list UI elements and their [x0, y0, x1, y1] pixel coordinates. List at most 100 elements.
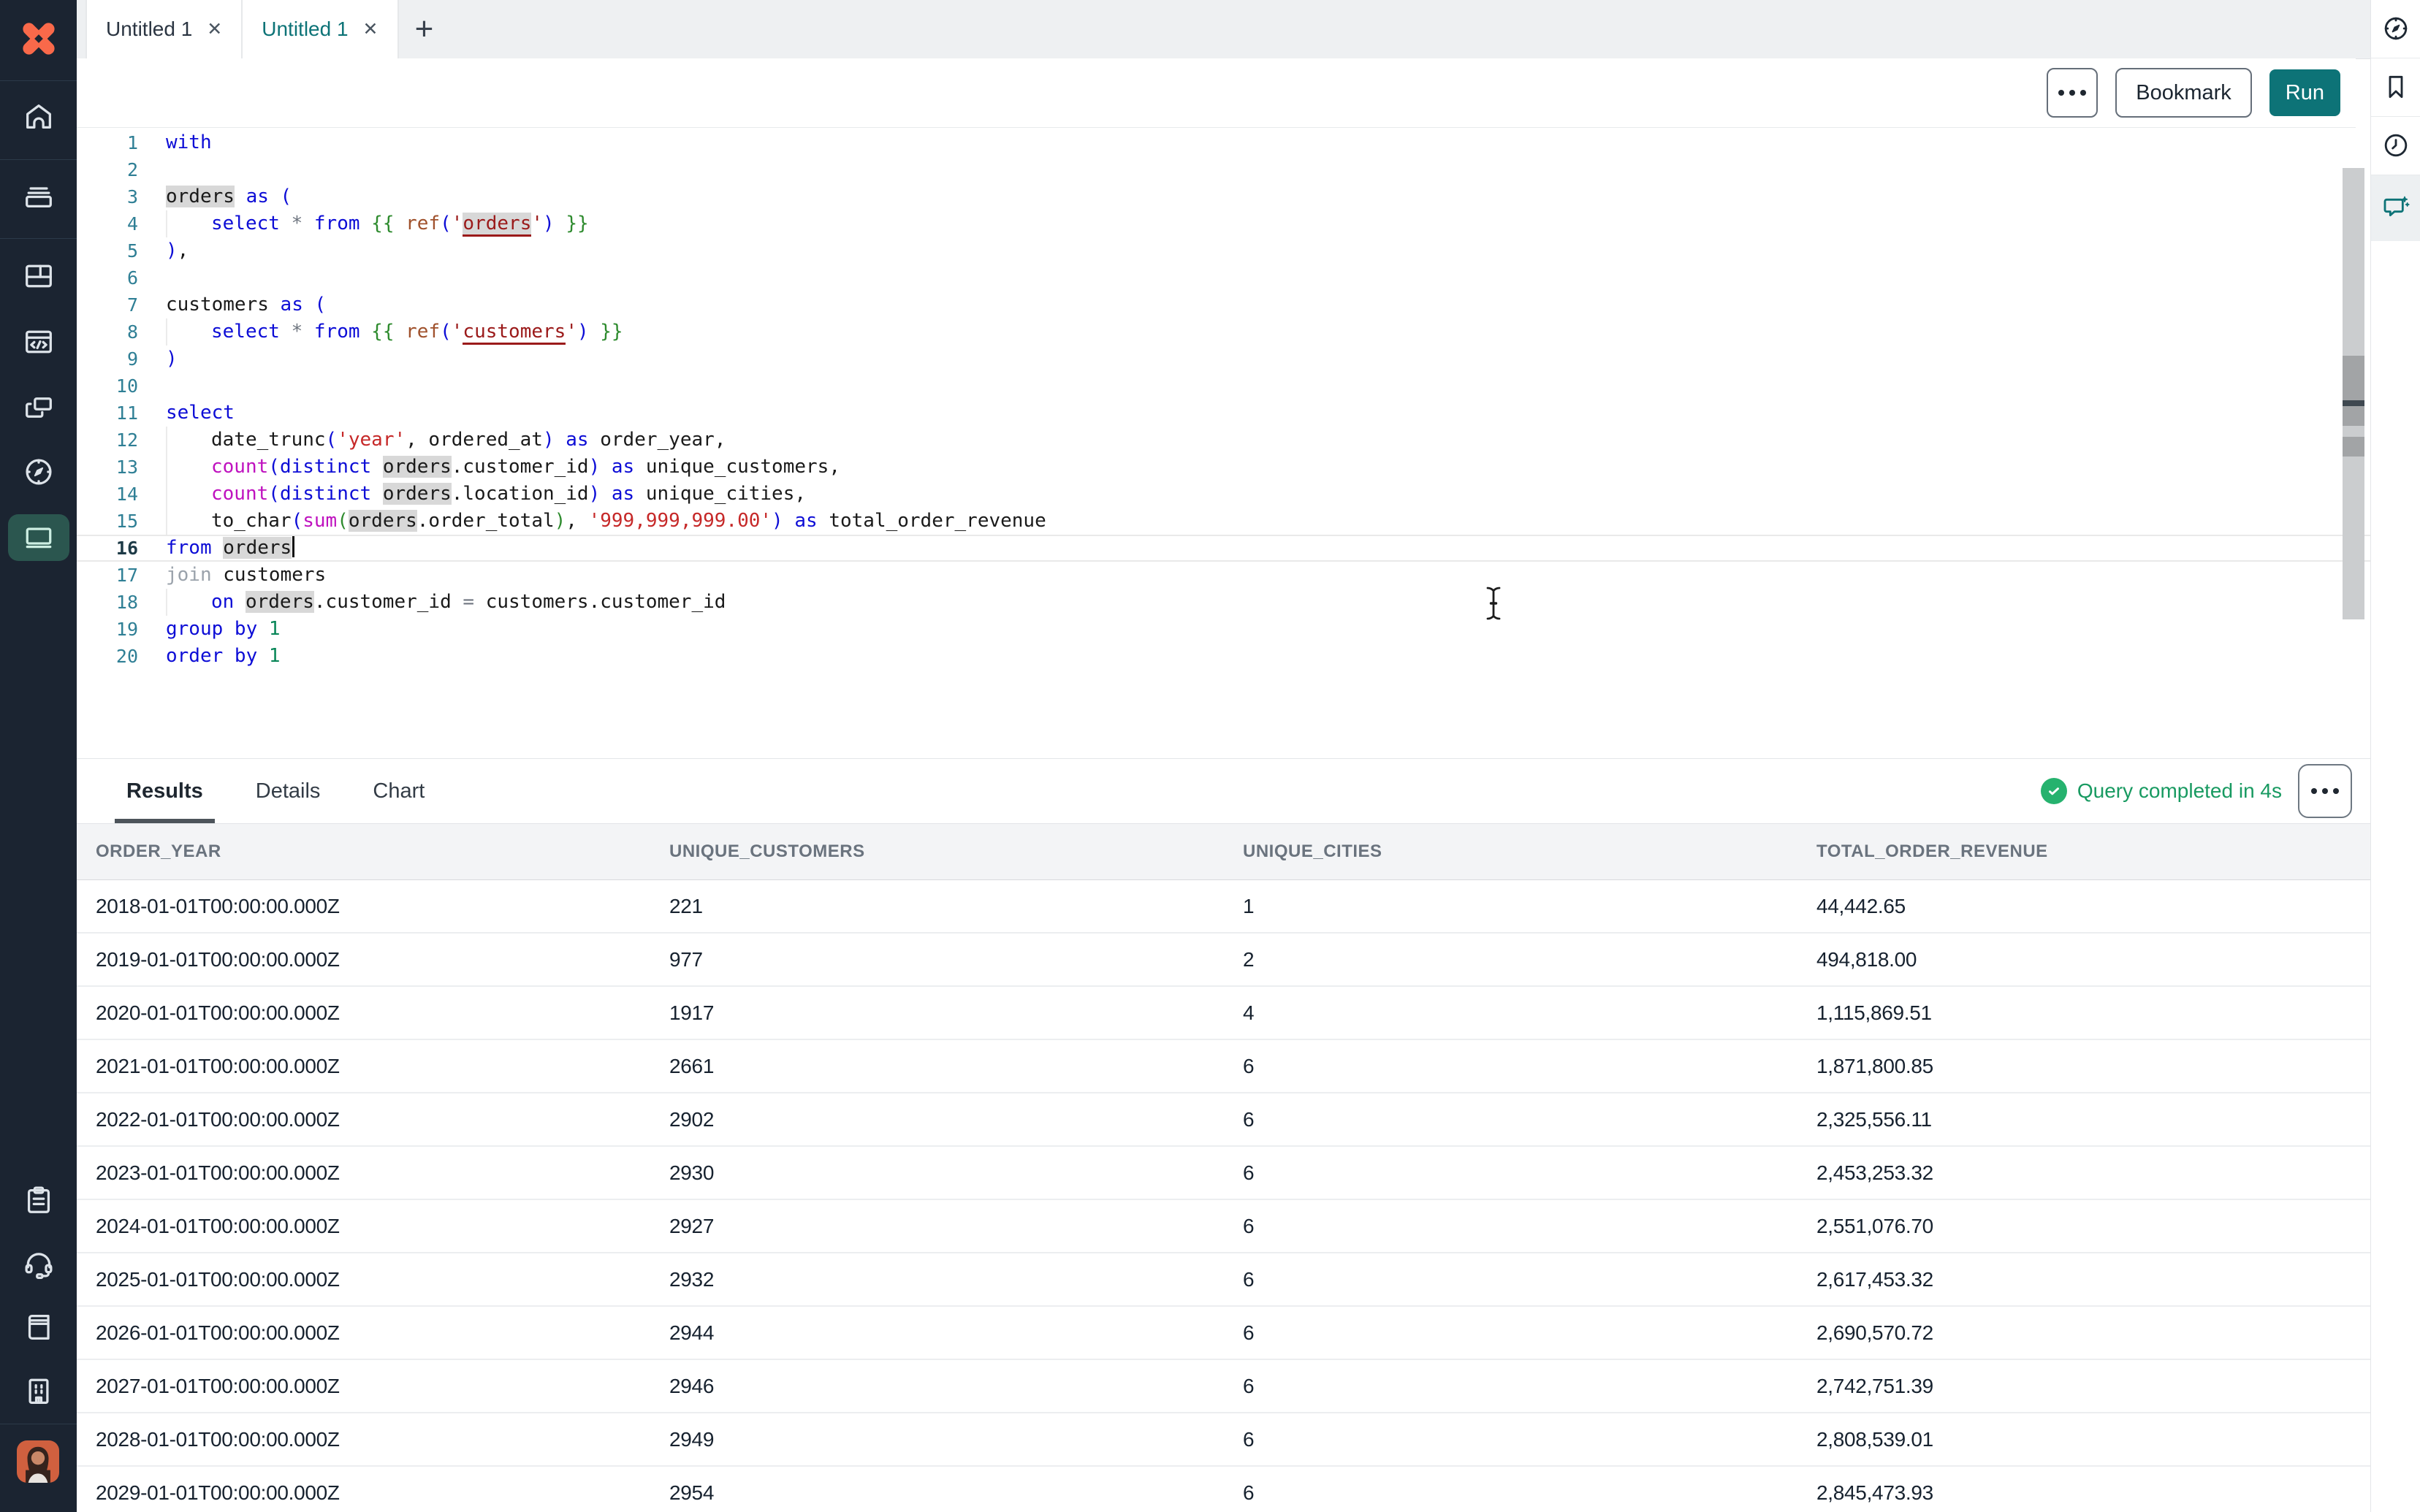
close-icon[interactable]: ✕ [363, 18, 378, 40]
table-row[interactable]: 2027-01-01T00:00:00.000Z294662,742,751.3… [77, 1360, 2371, 1413]
table-row[interactable]: 2020-01-01T00:00:00.000Z191741,115,869.5… [77, 987, 2371, 1040]
dashboard-icon [22, 259, 56, 293]
table-cell: 2954 [650, 1481, 1224, 1505]
table-row[interactable]: 2026-01-01T00:00:00.000Z294462,690,570.7… [77, 1307, 2371, 1360]
table-cell: 2022-01-01T00:00:00.000Z [77, 1108, 650, 1131]
table-cell: 2930 [650, 1161, 1224, 1185]
divider [0, 80, 77, 81]
close-icon[interactable]: ✕ [207, 18, 222, 40]
code-editor[interactable]: 1with23orders as (4select * from {{ ref(… [77, 128, 2371, 758]
table-cell: 2029-01-01T00:00:00.000Z [77, 1481, 650, 1505]
compass-icon [22, 455, 56, 489]
code-line-19: 19group by 1 [77, 616, 2371, 643]
table-cell: 1917 [650, 1001, 1224, 1025]
right-sidebar-item-compass[interactable] [2371, 7, 2420, 50]
code-line-7: 7customers as ( [77, 291, 2371, 318]
right-sidebar-item-clock[interactable] [2371, 123, 2420, 167]
table-cell: 6 [1224, 1108, 1797, 1131]
table-cell: 2902 [650, 1108, 1224, 1131]
table-row[interactable]: 2021-01-01T00:00:00.000Z266161,871,800.8… [77, 1040, 2371, 1093]
line-number: 6 [77, 264, 138, 291]
table-header-row: ORDER_YEARUNIQUE_CUSTOMERSUNIQUE_CITIEST… [77, 823, 2371, 880]
run-button[interactable]: Run [2269, 69, 2340, 116]
query-status-text: Query completed in 4s [2077, 779, 2282, 803]
sidebar-item-windows[interactable] [0, 383, 77, 432]
sidebar-item-home[interactable] [0, 93, 77, 141]
results-more-options-button[interactable] [2298, 764, 2352, 818]
sidebar-item-building[interactable] [0, 1367, 77, 1416]
user-avatar[interactable] [17, 1440, 59, 1483]
new-tab-button[interactable]: + [399, 0, 450, 58]
line-number: 14 [77, 481, 138, 508]
editor-tab-2[interactable]: Untitled 1✕ [243, 0, 398, 58]
indent-guide [166, 508, 211, 535]
table-cell: 2,551,076.70 [1797, 1215, 2371, 1238]
table-cell: 2944 [650, 1321, 1224, 1345]
code-line-9: 9) [77, 345, 2371, 373]
clipboard-icon [22, 1183, 56, 1217]
bookmark-button[interactable]: Bookmark [2115, 68, 2252, 118]
editor-scrollbar [2343, 168, 2364, 619]
code-line-5: 5), [77, 237, 2371, 264]
divider [0, 238, 77, 239]
line-number: 7 [77, 291, 138, 318]
column-header[interactable]: UNIQUE_CITIES [1224, 841, 1797, 862]
tab-results[interactable]: Results [121, 759, 209, 823]
indent-guide [166, 481, 211, 508]
table-cell: 2018-01-01T00:00:00.000Z [77, 895, 650, 918]
table-cell: 2025-01-01T00:00:00.000Z [77, 1268, 650, 1291]
code-line-11: 11select [77, 400, 2371, 427]
table-cell: 977 [650, 948, 1224, 971]
right-sidebar-item-ai-chat[interactable] [2371, 186, 2420, 230]
compass-icon [2381, 14, 2411, 43]
line-number: 19 [77, 616, 138, 643]
sidebar-item-terminal[interactable] [0, 513, 77, 562]
column-header[interactable]: TOTAL_ORDER_REVENUE [1797, 841, 2371, 862]
table-row[interactable]: 2019-01-01T00:00:00.000Z9772494,818.00 [77, 933, 2371, 987]
table-row[interactable]: 2028-01-01T00:00:00.000Z294962,808,539.0… [77, 1413, 2371, 1467]
table-row[interactable]: 2025-01-01T00:00:00.000Z293262,617,453.3… [77, 1253, 2371, 1307]
table-cell: 2,742,751.39 [1797, 1375, 2371, 1398]
table-row[interactable]: 2018-01-01T00:00:00.000Z221144,442.65 [77, 880, 2371, 933]
tab-chart[interactable]: Chart [367, 759, 430, 823]
sidebar-item-dashboard[interactable] [0, 252, 77, 300]
code-line-16: 16from orders [77, 535, 2371, 562]
avatar-person-icon [17, 1440, 59, 1483]
table-row[interactable]: 2029-01-01T00:00:00.000Z295462,845,473.9… [77, 1467, 2371, 1512]
column-header[interactable]: UNIQUE_CUSTOMERS [650, 841, 1224, 862]
editor-scrollbar-thumb[interactable] [2343, 356, 2364, 426]
code-line-12: 12date_trunc('year', ordered_at) as orde… [77, 427, 2371, 454]
table-cell: 6 [1224, 1215, 1797, 1238]
sidebar-item-clipboard[interactable] [0, 1176, 77, 1224]
sidebar-item-inbox[interactable] [0, 172, 77, 220]
table-row[interactable]: 2024-01-01T00:00:00.000Z292762,551,076.7… [77, 1200, 2371, 1253]
table-cell: 2027-01-01T00:00:00.000Z [77, 1375, 650, 1398]
sidebar-item-headset[interactable] [0, 1240, 77, 1288]
book-icon [22, 1310, 56, 1344]
table-row[interactable]: 2023-01-01T00:00:00.000Z293062,453,253.3… [77, 1147, 2371, 1200]
line-number: 18 [77, 589, 138, 616]
app-logo[interactable] [0, 0, 77, 77]
sidebar-item-compass[interactable] [0, 448, 77, 496]
code-line-17: 17join customers [77, 562, 2371, 589]
code-line-10: 10 [77, 373, 2371, 400]
text-caret [292, 536, 294, 557]
indent-guide [166, 318, 211, 345]
ai-chat-icon [2381, 194, 2411, 223]
line-number: 16 [77, 536, 138, 560]
sidebar-item-code-window[interactable] [0, 318, 77, 366]
table-cell: 2026-01-01T00:00:00.000Z [77, 1321, 650, 1345]
table-row[interactable]: 2022-01-01T00:00:00.000Z290262,325,556.1… [77, 1093, 2371, 1147]
line-number: 13 [77, 454, 138, 481]
code-line-18: 18on orders.customer_id = customers.cust… [77, 589, 2371, 616]
right-sidebar-item-bookmark[interactable] [2371, 65, 2420, 109]
table-cell: 6 [1224, 1428, 1797, 1451]
line-number: 8 [77, 318, 138, 345]
table-cell: 494,818.00 [1797, 948, 2371, 971]
tab-details[interactable]: Details [250, 759, 327, 823]
sidebar-item-book[interactable] [0, 1303, 77, 1351]
line-number: 3 [77, 183, 138, 210]
editor-tab-1[interactable]: Untitled 1✕ [85, 0, 243, 58]
more-options-button[interactable] [2047, 68, 2098, 118]
column-header[interactable]: ORDER_YEAR [77, 841, 650, 862]
